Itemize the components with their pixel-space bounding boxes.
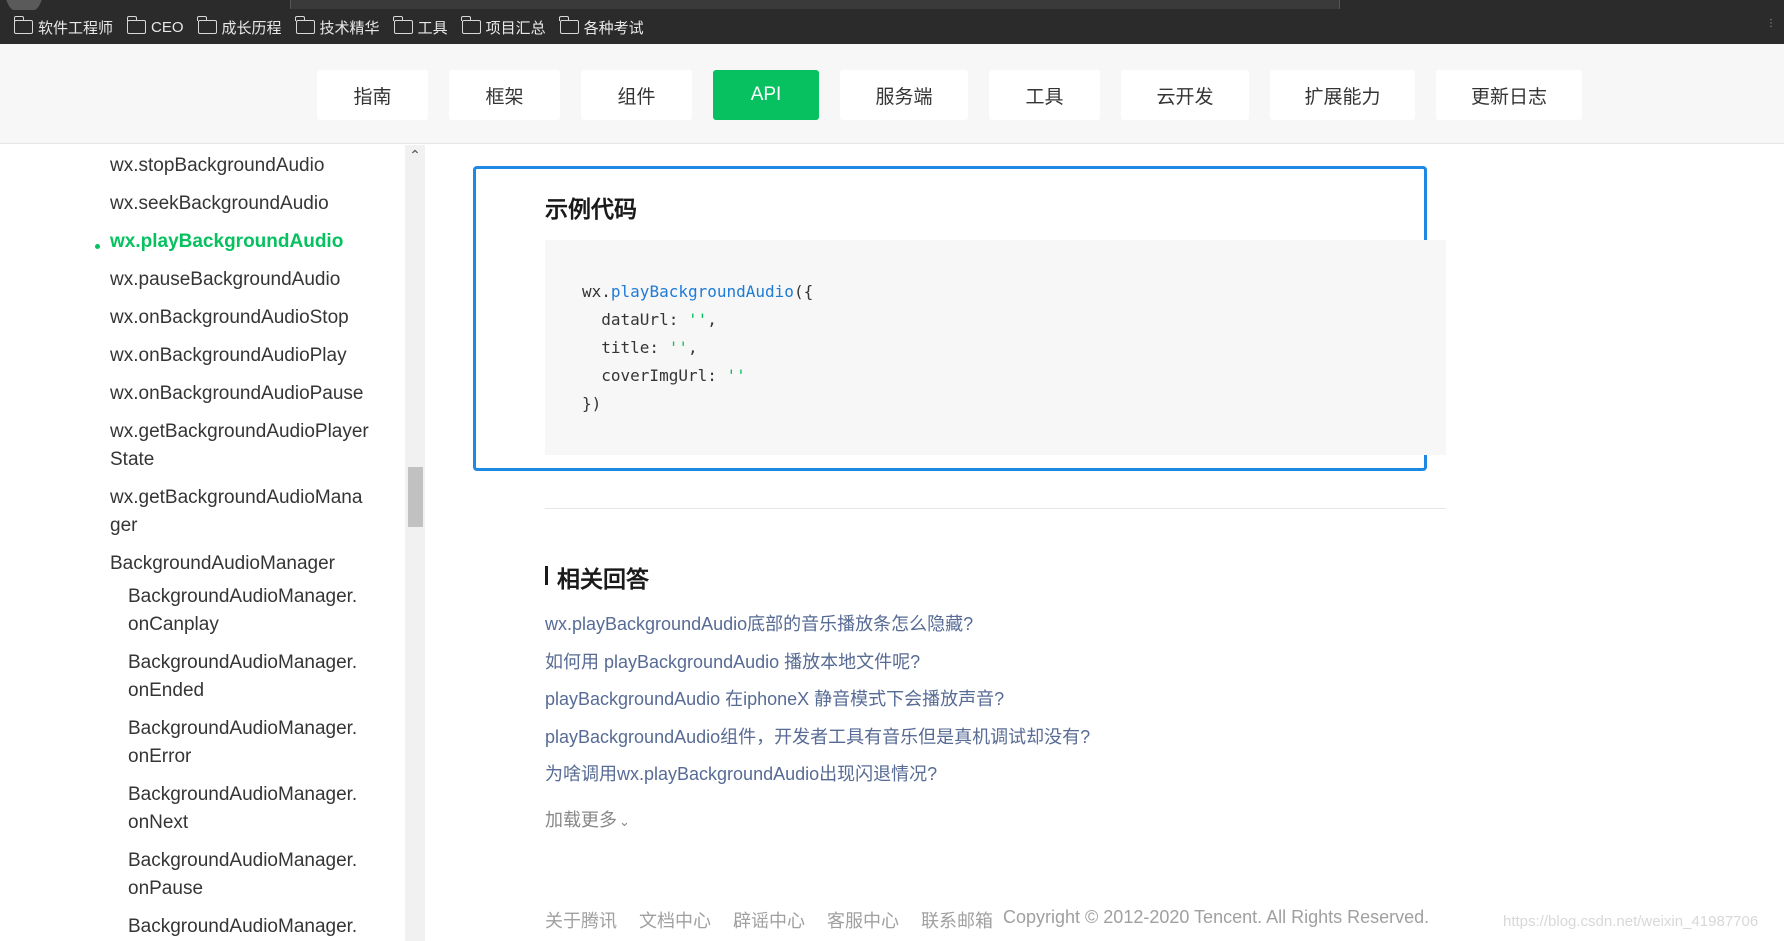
related-answers-title: 相关回答 (545, 560, 649, 594)
folder-icon (393, 16, 413, 34)
footer-link-support[interactable]: 客服中心 (827, 907, 899, 933)
code-line: }) (582, 394, 602, 413)
answer-link[interactable]: 如何用 playBackgroundAudio 播放本地文件呢? (545, 648, 920, 674)
sidebar-item[interactable]: wx.pauseBackgroundAudio (110, 266, 340, 294)
sidebar-item[interactable]: wx.getBackgroundAudioMana (110, 484, 362, 512)
sidebar-item-wrap[interactable]: ger (110, 512, 137, 540)
sidebar-item[interactable]: wx.onBackgroundAudioStop (110, 304, 349, 332)
address-bar-fragment[interactable] (290, 0, 1340, 9)
answer-link[interactable]: playBackgroundAudio 在iphoneX 静音模式下会播放声音? (545, 685, 1004, 711)
chevron-down-icon: ⌄ (619, 814, 630, 829)
active-dot-icon (95, 244, 100, 249)
answer-link[interactable]: wx.playBackgroundAudio底部的音乐播放条怎么隐藏? (545, 610, 973, 636)
code-line: wx.playBackgroundAudio({ (582, 282, 814, 301)
sidebar-item[interactable]: wx.onBackgroundAudioPlay (110, 342, 347, 370)
nav-tab-tools[interactable]: 工具 (989, 70, 1100, 120)
sidebar-subitem-wrap[interactable]: onNext (128, 809, 188, 837)
load-more-button[interactable]: 加载更多 ⌄ (545, 806, 630, 832)
folder-icon (197, 16, 217, 34)
sidebar-item[interactable]: wx.stopBackgroundAudio (110, 152, 324, 180)
answer-link[interactable]: playBackgroundAudio组件，开发者工具有音乐但是真机调试却没有? (545, 723, 1090, 749)
code-line: coverImgUrl: '' (582, 366, 746, 385)
folder-icon (295, 16, 315, 34)
folder-icon (559, 16, 579, 34)
sidebar-item[interactable]: wx.seekBackgroundAudio (110, 190, 329, 218)
sidebar-item-active[interactable]: wx.playBackgroundAudio (110, 228, 343, 256)
sidebar-subitem[interactable]: BackgroundAudioManager. (128, 847, 357, 875)
nav-tab-cloud[interactable]: 云开发 (1121, 70, 1249, 120)
sidebar-item[interactable]: wx.onBackgroundAudioPause (110, 380, 364, 408)
nav-tab-extensions[interactable]: 扩展能力 (1270, 70, 1415, 120)
code-block: wx.playBackgroundAudio({ dataUrl: '', ti… (545, 240, 1446, 455)
sidebar-subitem-wrap[interactable]: onPause (128, 875, 203, 903)
sidebar-item[interactable]: BackgroundAudioManager (110, 550, 335, 578)
folder-icon (461, 16, 481, 34)
answer-link[interactable]: 为啥调用wx.playBackgroundAudio出现闪退情况? (545, 760, 937, 786)
bookmark-folder[interactable]: 各种考试 (559, 16, 644, 38)
sidebar-subitem[interactable]: BackgroundAudioManager. (128, 649, 357, 677)
sidebar-scrollbar[interactable]: ⌃ (405, 145, 425, 941)
example-code-title: 示例代码 (545, 196, 637, 222)
watermark-text: https://blog.csdn.net/weixin_41987706 (1503, 913, 1759, 930)
section-divider (545, 508, 1446, 509)
bookmark-folder[interactable]: 项目汇总 (461, 16, 546, 38)
footer: 关于腾讯 文档中心 辟谣中心 客服中心 联系邮箱 Copyright © 201… (545, 907, 1429, 933)
bookmarks-bar: 软件工程师 CEO 成长历程 技术精华 工具 项目汇总 各种考试 ⋮ (0, 10, 1784, 44)
footer-link-about[interactable]: 关于腾讯 (545, 907, 617, 933)
browser-tab-strip (0, 0, 1784, 14)
nav-tab-framework[interactable]: 框架 (449, 70, 560, 120)
code-line: dataUrl: '', (582, 310, 717, 329)
nav-tab-changelog[interactable]: 更新日志 (1436, 70, 1582, 120)
bookmark-folder[interactable]: 软件工程师 (13, 16, 113, 38)
bookmark-folder[interactable]: 工具 (393, 16, 448, 38)
sidebar-item[interactable]: wx.getBackgroundAudioPlayer (110, 418, 369, 446)
sidebar-subitem[interactable]: BackgroundAudioManager. (128, 583, 357, 611)
footer-link-rumor[interactable]: 辟谣中心 (733, 907, 805, 933)
nav-tab-guide[interactable]: 指南 (317, 70, 428, 120)
sidebar-subitem-wrap[interactable]: onError (128, 743, 191, 771)
sidebar-item-wrap[interactable]: State (110, 446, 154, 474)
top-nav: 指南 框架 组件 API 服务端 工具 云开发 扩展能力 更新日志 (0, 44, 1784, 144)
nav-tab-components[interactable]: 组件 (581, 70, 692, 120)
footer-link-docs[interactable]: 文档中心 (639, 907, 711, 933)
code-line: title: '', (582, 338, 698, 357)
scrollbar-thumb[interactable] (408, 467, 423, 527)
nav-tab-server[interactable]: 服务端 (840, 70, 968, 120)
more-bookmarks-icon[interactable]: ⋮ (1766, 18, 1778, 34)
bookmark-folder[interactable]: 成长历程 (197, 16, 282, 38)
folder-icon (13, 16, 33, 34)
bookmark-folder[interactable]: 技术精华 (295, 16, 380, 38)
sidebar-subitem[interactable]: BackgroundAudioManager. (128, 913, 357, 941)
nav-tab-api[interactable]: API (713, 70, 819, 120)
sidebar-subitem-wrap[interactable]: onCanplay (128, 611, 219, 639)
sidebar-subitem-wrap[interactable]: onEnded (128, 677, 204, 705)
bookmark-folder[interactable]: CEO (126, 16, 184, 36)
sidebar-subitem[interactable]: BackgroundAudioManager. (128, 715, 357, 743)
sidebar-nav: wx.stopBackgroundAudio wx.seekBackground… (0, 145, 425, 941)
folder-icon (126, 16, 147, 34)
chevron-up-icon[interactable]: ⌃ (405, 147, 425, 165)
footer-copyright: Copyright © 2012-2020 Tencent. All Right… (1003, 907, 1430, 927)
footer-link-contact[interactable]: 联系邮箱 (921, 907, 993, 933)
sidebar-subitem[interactable]: BackgroundAudioManager. (128, 781, 357, 809)
